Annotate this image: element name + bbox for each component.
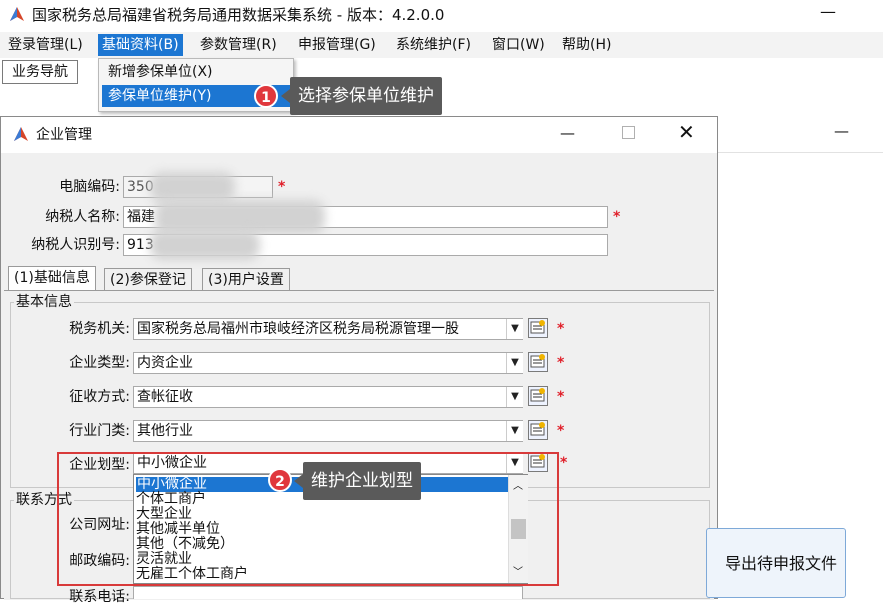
chevron-down-icon[interactable]: ▼ <box>506 319 523 339</box>
step2-callout: 维护企业划型 <box>303 462 421 500</box>
tab-basic-info[interactable]: (1)基础信息 <box>8 266 96 291</box>
picker-icon[interactable] <box>528 318 548 338</box>
required-mark: * <box>557 355 565 371</box>
phone-field[interactable] <box>133 586 523 599</box>
required-mark: * <box>560 455 568 471</box>
collection-method-combo[interactable]: 查帐征收 <box>133 386 523 408</box>
step1-badge: 1 <box>254 84 278 108</box>
dialog-logo-icon <box>12 126 30 144</box>
required-mark: * <box>557 423 565 439</box>
menu-login[interactable]: 登录管理(L) <box>4 34 87 56</box>
dialog-titlebar <box>1 117 717 153</box>
industry-category-combo[interactable]: 其他行业 <box>133 420 523 442</box>
picker-icon[interactable] <box>528 352 548 372</box>
tab-insurance-registration[interactable]: (2)参保登记 <box>104 268 192 291</box>
menu-declaration[interactable]: 申报管理(G) <box>294 34 380 56</box>
required-mark: * <box>557 321 565 337</box>
collection-method-label: 征收方式: <box>69 389 130 405</box>
enterprise-kind-combo[interactable]: 内资企业 <box>133 352 523 374</box>
background-minimize-button[interactable]: — <box>834 122 849 140</box>
tab-business-navigation[interactable]: 业务导航 <box>2 60 78 84</box>
enterprise-kind-label: 企业类型: <box>69 355 130 371</box>
tax-authority-combo[interactable]: 国家税务总局福州市琅岐经济区税务局税源管理一股 <box>133 318 523 340</box>
picker-icon[interactable] <box>528 420 548 440</box>
step2-callout-arrow <box>294 474 303 488</box>
phone-label: 联系电话: <box>69 589 130 605</box>
redaction-blur <box>150 230 260 260</box>
industry-category-label: 行业门类: <box>69 423 130 439</box>
redaction-blur <box>155 200 325 234</box>
export-pending-file-button[interactable]: 导出待申报文件 <box>706 528 846 598</box>
dialog-maximize-button[interactable] <box>622 126 635 139</box>
menu-item-add-unit[interactable]: 新增参保单位(X) <box>102 61 290 83</box>
background-window-titlebar <box>718 116 883 153</box>
minimize-button[interactable]: — <box>820 2 836 21</box>
chevron-down-icon[interactable]: ▼ <box>506 421 523 441</box>
menu-system-maintenance[interactable]: 系统维护(F) <box>392 34 475 56</box>
taxpayer-name-label: 纳税人名称: <box>45 209 120 225</box>
step1-callout-arrow <box>281 89 290 103</box>
basic-info-group-label: 基本信息 <box>14 293 74 311</box>
dialog-title: 企业管理 <box>36 127 92 143</box>
required-mark: * <box>613 209 621 225</box>
dialog-close-button[interactable]: ✕ <box>678 120 695 144</box>
dialog-minimize-button[interactable]: — <box>560 124 575 142</box>
app-title: 国家税务总局福建省税务局通用数据采集系统 - 版本：4.2.0.0 <box>32 6 445 24</box>
required-mark: * <box>557 389 565 405</box>
chevron-down-icon[interactable]: ▼ <box>506 353 523 373</box>
required-mark: * <box>278 179 286 195</box>
computer-code-label: 电脑编码: <box>59 179 120 195</box>
redaction-blur <box>150 172 235 202</box>
tab-user-settings[interactable]: (3)用户设置 <box>202 268 290 291</box>
chevron-down-icon[interactable]: ▼ <box>506 387 523 407</box>
tax-authority-label: 税务机关: <box>69 321 130 337</box>
menu-parameters[interactable]: 参数管理(R) <box>196 34 281 56</box>
menu-window[interactable]: 窗口(W) <box>488 34 549 56</box>
taxpayer-id-label: 纳税人识别号: <box>31 237 120 253</box>
picker-icon[interactable] <box>528 386 548 406</box>
menu-help[interactable]: 帮助(H) <box>558 34 615 56</box>
app-logo-icon <box>8 6 26 24</box>
menu-basic-data[interactable]: 基础资料(B) <box>98 34 183 56</box>
step1-callout: 选择参保单位维护 <box>290 77 442 115</box>
step2-badge: 2 <box>268 468 292 492</box>
